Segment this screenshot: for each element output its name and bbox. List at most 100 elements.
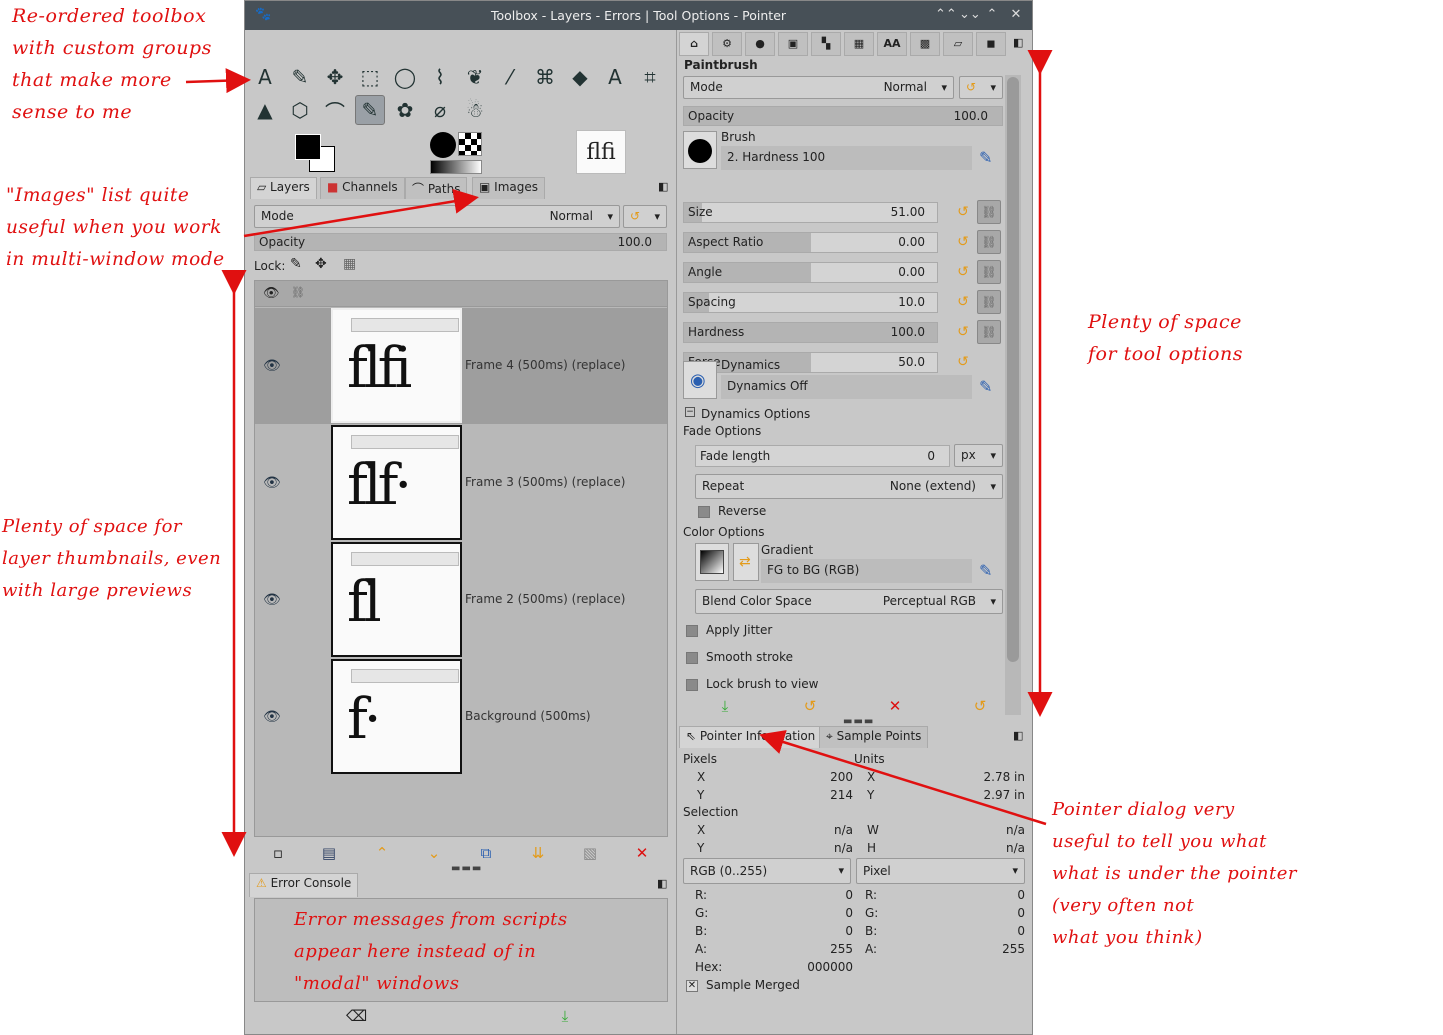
- layer-opacity-slider[interactable]: Opacity 100.0: [254, 233, 667, 251]
- brushes-tab-icon[interactable]: ●: [745, 32, 775, 56]
- color-mode-select[interactable]: RGB (0..255) ▾: [683, 858, 851, 884]
- reset-icon[interactable]: ↺: [955, 324, 971, 340]
- lock-brush-checkbox[interactable]: [686, 679, 698, 691]
- puppet-warp-icon[interactable]: ☃: [460, 95, 490, 125]
- blend-color-space-select[interactable]: Blend Color Space Perceptual RGB ▾: [695, 589, 1003, 614]
- tab-menu-icon[interactable]: ◧: [658, 180, 668, 193]
- reverse-checkbox[interactable]: [698, 506, 710, 518]
- slider-hardness[interactable]: Hardness 100.0: [683, 322, 938, 343]
- save-options-icon[interactable]: ⤓: [715, 697, 735, 717]
- slider-size[interactable]: Size 51.00: [683, 202, 938, 223]
- collapse-icon[interactable]: −: [685, 407, 695, 417]
- warp-icon[interactable]: ⌒: [320, 95, 350, 125]
- foreground-color[interactable]: [295, 134, 321, 160]
- tab-sample-points[interactable]: ⌖ Sample Points: [819, 726, 929, 748]
- reset-icon[interactable]: ↺: [955, 264, 971, 280]
- tab-menu-icon[interactable]: ◧: [1013, 36, 1023, 49]
- apply-jitter-checkbox[interactable]: [686, 625, 698, 637]
- ellipse-select-icon[interactable]: ◯: [390, 62, 420, 92]
- colors-tab-icon[interactable]: ◼: [976, 32, 1006, 56]
- tool-options-scrollbar[interactable]: [1005, 75, 1021, 715]
- brush-preview[interactable]: [430, 132, 456, 158]
- unit-mode-select[interactable]: Pixel ▾: [856, 858, 1025, 884]
- visibility-eye-icon[interactable]: 👁: [263, 710, 281, 724]
- edit-dynamics-icon[interactable]: ✎: [979, 377, 992, 396]
- reset-options-icon[interactable]: ↺: [970, 697, 990, 717]
- restore-options-icon[interactable]: ↺: [800, 697, 820, 717]
- paint-tool-icon[interactable]: ⌂: [679, 32, 709, 56]
- tab-pointer-information[interactable]: ⇖ Pointer Information: [679, 726, 823, 748]
- patterns-tab-icon[interactable]: ▚: [811, 32, 841, 56]
- sample-merged-checkbox[interactable]: ✕: [686, 980, 698, 992]
- lock-alpha-icon[interactable]: ▦: [343, 256, 356, 272]
- maximize-icon[interactable]: ⌃: [983, 6, 1001, 24]
- link-icon[interactable]: ⛓: [977, 260, 1001, 284]
- smooth-stroke-checkbox[interactable]: [686, 652, 698, 664]
- document-icon[interactable]: ▱: [943, 32, 973, 56]
- heal-icon[interactable]: ✿: [390, 95, 420, 125]
- layer-mask-icon[interactable]: ▧: [580, 844, 600, 864]
- move-tool-icon[interactable]: ✥: [320, 62, 350, 92]
- visibility-eye-icon[interactable]: 👁: [263, 359, 281, 373]
- save-errors-icon[interactable]: ⤓: [555, 1007, 575, 1027]
- shade-down-icon[interactable]: ⌄⌄: [959, 6, 981, 24]
- gradient-button[interactable]: [695, 543, 729, 581]
- reverse-gradient-button[interactable]: ⇄: [733, 543, 759, 581]
- tab-menu-icon[interactable]: ◧: [657, 877, 667, 890]
- layer-row[interactable]: 👁 f· Background (500ms): [255, 659, 667, 775]
- layer-row[interactable]: 👁 flfi Frame 4 (500ms) (replace): [255, 308, 667, 424]
- repeat-select[interactable]: Repeat None (extend) ▾: [695, 474, 1003, 499]
- edit-brush-icon[interactable]: ✎: [979, 148, 992, 167]
- scrollbar-thumb[interactable]: [1007, 77, 1019, 662]
- levels-icon[interactable]: ▲: [250, 95, 280, 125]
- gradients-tab-icon[interactable]: ▣: [778, 32, 808, 56]
- tab-paths[interactable]: ⌒ Paths: [405, 177, 468, 199]
- bucket-fill-icon[interactable]: ⌘: [530, 62, 560, 92]
- free-select-icon[interactable]: ❦: [460, 62, 490, 92]
- color-picker-icon[interactable]: ✎: [285, 62, 315, 92]
- lock-pixels-icon[interactable]: ✎: [290, 256, 302, 272]
- dynamics-button[interactable]: ◉: [683, 361, 717, 399]
- paint-opacity-slider[interactable]: Opacity 100.0: [683, 106, 1003, 126]
- fade-unit-select[interactable]: px ▾: [954, 444, 1003, 467]
- gradient-preview[interactable]: [430, 160, 482, 174]
- layer-mode-select[interactable]: Mode Normal ▾: [254, 205, 620, 228]
- palettes-tab-icon[interactable]: ▦: [844, 32, 874, 56]
- clear-errors-icon[interactable]: ⌫: [346, 1007, 367, 1027]
- pattern-preview[interactable]: [458, 132, 482, 156]
- raise-layer-icon[interactable]: ⌃: [372, 844, 392, 864]
- lower-layer-icon[interactable]: ⌄: [424, 844, 444, 864]
- blend-tool-icon[interactable]: ◆: [565, 62, 595, 92]
- link-icon[interactable]: ⛓: [977, 290, 1001, 314]
- link-icon[interactable]: ⛓: [977, 320, 1001, 344]
- reset-icon[interactable]: ↺: [955, 294, 971, 310]
- fade-length-input[interactable]: Fade length 0: [695, 445, 950, 467]
- rect-select-icon[interactable]: ⬚: [355, 62, 385, 92]
- fuzzy-select-icon[interactable]: ⌇: [425, 62, 455, 92]
- tab-images[interactable]: ▣ Images: [472, 177, 545, 199]
- images-tab-icon[interactable]: ▩: [910, 32, 940, 56]
- paint-mode-reset[interactable]: ↺ ▾: [959, 76, 1003, 99]
- new-layer-icon[interactable]: ▫: [268, 844, 288, 864]
- edit-gradient-icon[interactable]: ✎: [979, 561, 992, 580]
- layer-row[interactable]: 👁 fl Frame 2 (500ms) (replace): [255, 542, 667, 658]
- brush-button[interactable]: [683, 131, 717, 169]
- tab-layers[interactable]: ▱ Layers: [250, 177, 317, 199]
- slider-aspect-ratio[interactable]: Aspect Ratio 0.00: [683, 232, 938, 253]
- dynamics-tab-icon[interactable]: ⚙: [712, 32, 742, 56]
- paintbrush-icon[interactable]: ✎: [355, 95, 385, 125]
- layer-row[interactable]: 👁 flf· Frame 3 (500ms) (replace): [255, 425, 667, 541]
- duplicate-layer-icon[interactable]: ⧉: [476, 844, 496, 864]
- perspective-icon[interactable]: ⬡: [285, 95, 315, 125]
- text-tool-icon[interactable]: A: [600, 62, 630, 92]
- smudge-icon[interactable]: ⌀: [425, 95, 455, 125]
- new-layer-group-icon[interactable]: ▤: [319, 844, 339, 864]
- fonts-tab-icon[interactable]: AA: [877, 32, 907, 56]
- visibility-eye-icon[interactable]: 👁: [263, 593, 281, 607]
- merge-layer-icon[interactable]: ⇊: [528, 844, 548, 864]
- text-tool-icon[interactable]: A: [250, 62, 280, 92]
- close-icon[interactable]: ✕: [1007, 6, 1025, 24]
- title-bar[interactable]: 🐾 Toolbox - Layers - Errors | Tool Optio…: [245, 1, 1032, 30]
- tab-error-console[interactable]: ⚠ Error Console: [249, 873, 359, 897]
- reset-icon[interactable]: ↺: [955, 204, 971, 220]
